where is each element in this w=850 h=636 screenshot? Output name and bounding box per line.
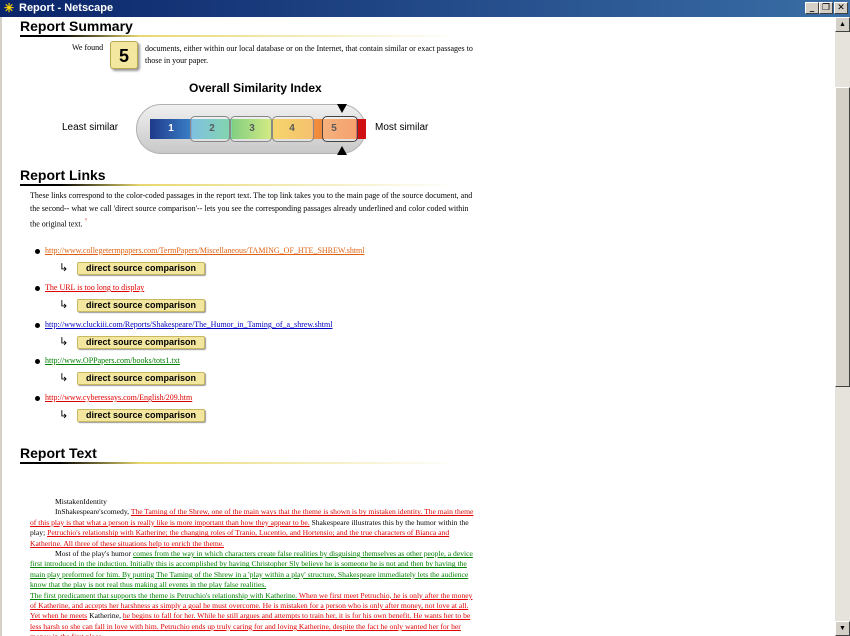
scale-box-4 (272, 116, 314, 142)
scale-segment-1: 1 (150, 119, 192, 139)
p2-lead: Most of the play's humor (55, 549, 133, 559)
bullet-icon (35, 396, 40, 401)
selected-pointer-top (337, 104, 347, 113)
vertical-scrollbar[interactable]: ▲ ▼ (835, 17, 850, 636)
maximize-button[interactable]: ❐ (819, 2, 833, 14)
window-title: Report - Netscape (19, 2, 114, 14)
page-content: Report Summary We found 5 documents, eit… (2, 17, 835, 636)
arrow-icon: ↳ (59, 335, 69, 348)
source-link-2[interactable]: The URL is too long to display (45, 283, 144, 292)
scale-box-3 (230, 116, 272, 142)
scroll-down-arrow-icon[interactable]: ▼ (835, 621, 850, 636)
found-description: documents, either within our local datab… (145, 43, 485, 67)
found-description-line1: documents, either within our local datab… (145, 44, 465, 53)
title-bar: ✳ Report - Netscape _ ❐ ✕ (0, 0, 850, 17)
links-intro: These links correspond to the color-code… (30, 189, 475, 231)
similarity-index-title: Overall Similarity Index (189, 81, 322, 95)
bullet-icon (35, 249, 40, 254)
heading-divider (20, 184, 460, 186)
bullet-icon (35, 323, 40, 328)
paragraph-3: The first predicament that supports the … (30, 591, 477, 636)
scale-box-2 (190, 116, 230, 142)
note-icon[interactable]: ° (85, 217, 88, 225)
report-text-body: MistakenIdentity InShakespeare'scomedy, … (30, 497, 477, 636)
we-found-label: We found (72, 43, 104, 52)
source-link-4[interactable]: http://www.OPPapers.com/books/tots1.txt (45, 356, 180, 365)
selected-pointer-bottom (337, 146, 347, 155)
p3-matched-green[interactable]: The first predicament that supports the … (30, 591, 297, 600)
heading-divider (20, 462, 460, 464)
arrow-icon: ↳ (59, 261, 69, 274)
scroll-up-arrow-icon[interactable]: ▲ (835, 17, 850, 32)
bullet-icon (35, 286, 40, 291)
scale-selected-marker (322, 116, 358, 142)
close-button[interactable]: ✕ (834, 2, 848, 14)
bullet-icon (35, 359, 40, 364)
direct-source-comparison-button-4[interactable]: direct source comparison (77, 372, 205, 385)
source-link-3[interactable]: http://www.cluckiii.com/Reports/Shakespe… (45, 320, 332, 329)
match-count-badge: 5 (110, 41, 138, 69)
links-intro-text: These links correspond to the color-code… (30, 191, 473, 229)
heading-divider (20, 35, 460, 37)
most-similar-label: Most similar (375, 122, 429, 133)
paragraph-2: Most of the play's humor comes from the … (30, 549, 477, 591)
report-summary-heading: Report Summary (20, 18, 133, 34)
p3-plain: Katherine, (87, 611, 123, 621)
least-similar-label: Least similar (62, 122, 119, 133)
report-links-heading: Report Links (20, 167, 106, 183)
arrow-icon: ↳ (59, 408, 69, 421)
netscape-icon: ✳ (3, 1, 15, 15)
direct-source-comparison-button-1[interactable]: direct source comparison (77, 262, 205, 275)
scroll-thumb[interactable] (835, 87, 850, 387)
source-link-5[interactable]: http://www.cyberessays.com/English/209.h… (45, 393, 192, 402)
arrow-icon: ↳ (59, 371, 69, 384)
arrow-icon: ↳ (59, 298, 69, 311)
paper-title: MistakenIdentity (55, 497, 107, 506)
p1-matched-red[interactable]: Petruchio's relationship with Katherine;… (30, 528, 449, 547)
p1-lead: InShakespeare'scomedy, (55, 507, 131, 517)
direct-source-comparison-button-2[interactable]: direct source comparison (77, 299, 205, 312)
source-link-1[interactable]: http://www.collegetermpapers.com/TermPap… (45, 246, 365, 255)
direct-source-comparison-button-5[interactable]: direct source comparison (77, 409, 205, 422)
minimize-button[interactable]: _ (805, 2, 819, 14)
paragraph-1: InShakespeare'scomedy, The Taming of the… (30, 507, 477, 549)
direct-source-comparison-button-3[interactable]: direct source comparison (77, 336, 205, 349)
report-text-heading: Report Text (20, 445, 97, 461)
